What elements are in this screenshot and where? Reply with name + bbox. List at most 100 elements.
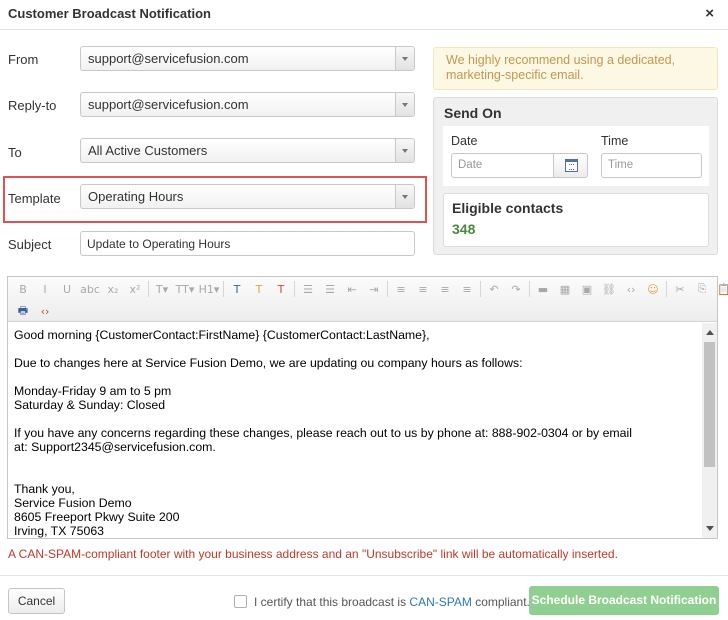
editor-body-line: Due to changes here at Service Fusion De… (14, 356, 523, 370)
toolbar-separator (223, 281, 224, 297)
editor-toolbar-row-2: 🖶 ‹› (12, 301, 56, 321)
date-picker-button[interactable] (553, 153, 588, 178)
editor-body-line: Service Fusion Demo (14, 496, 132, 510)
editor-toolbar-row-1: B I Uabc x₂ x² T▾ TT▾ H1▾ T T T ☰ ☰ ⇤ ⇥ ≡ ≡ ≡ ≡ ↶ ↷ ▬ ▦ ▣ ⛓ ‹› ☺ ✂ ⎘… (12, 279, 728, 299)
italic-icon[interactable]: I (34, 279, 56, 299)
editor-body-line (14, 412, 697, 426)
scroll-down-icon[interactable] (706, 526, 714, 531)
template-select[interactable]: Operating Hours (80, 184, 415, 209)
from-label: From (8, 52, 39, 67)
strikethrough-icon[interactable]: abc (78, 279, 102, 299)
editor-body-line (14, 370, 697, 384)
subscript-icon[interactable]: x₂ (102, 279, 124, 299)
numbered-list-icon[interactable]: ☰ (319, 279, 341, 299)
align-left-icon[interactable]: ≡ (390, 279, 412, 299)
emoticon-icon[interactable]: ☺ (642, 279, 664, 299)
highlight-icon[interactable]: T (248, 279, 270, 299)
font-size-icon[interactable]: TT▾ (173, 279, 197, 299)
send-on-fields: Date Time Date Time (443, 126, 709, 186)
chevron-down-icon[interactable] (395, 47, 414, 70)
editor-body-line (14, 454, 697, 468)
cut-icon[interactable]: ✂ (669, 279, 691, 299)
scroll-thumb[interactable] (704, 342, 715, 467)
editor-body-line (14, 468, 697, 482)
from-select-value: support@servicefusion.com (88, 51, 249, 66)
certify-checkbox[interactable] (234, 595, 247, 608)
editor-body-line (14, 342, 697, 356)
bold-icon[interactable]: B (12, 279, 34, 299)
reply-to-select[interactable]: support@servicefusion.com (80, 92, 415, 117)
toolbar-separator (480, 281, 481, 297)
undo-icon[interactable]: ↶ (483, 279, 505, 299)
template-select-value: Operating Hours (88, 189, 184, 204)
copy-icon[interactable]: ⎘ (691, 279, 713, 299)
calendar-icon (565, 159, 578, 172)
chevron-down-icon[interactable] (395, 139, 414, 162)
can-spam-link[interactable]: CAN-SPAM (409, 595, 471, 609)
image-icon[interactable]: ▣ (576, 279, 598, 299)
table-icon[interactable]: ▦ (554, 279, 576, 299)
outdent-icon[interactable]: ⇤ (341, 279, 363, 299)
editor-body-line: Saturday & Sunday: Closed (14, 398, 166, 412)
align-right-icon[interactable]: ≡ (434, 279, 456, 299)
certify-label: I certify that this broadcast is CAN-SPA… (254, 595, 530, 609)
subject-label: Subject (8, 237, 52, 252)
dialog-footer: Cancel I certify that this broadcast is … (0, 575, 728, 620)
dialog-title: Customer Broadcast Notification (8, 6, 211, 21)
redo-icon[interactable]: ↷ (505, 279, 527, 299)
heading-icon[interactable]: H1▾ (197, 279, 221, 299)
to-select[interactable]: All Active Customers (80, 138, 415, 163)
subject-input[interactable]: Update to Operating Hours (80, 231, 415, 256)
clear-format-icon[interactable]: T (270, 279, 292, 299)
to-label: To (8, 145, 22, 160)
toolbar-separator (529, 281, 530, 297)
editor-body-line: at: Support2345@servicefusion.com. (14, 440, 216, 454)
date-input[interactable]: Date (451, 153, 554, 178)
editor-toolbar: B I Uabc x₂ x² T▾ TT▾ H1▾ T T T ☰ ☰ ⇤ ⇥ ≡ ≡ ≡ ≡ ↶ ↷ ▬ ▦ ▣ ⛓ ‹› ☺ ✂ ⎘… (8, 277, 728, 322)
editor-body-line: If you have any concerns regarding these… (14, 426, 632, 440)
cancel-button[interactable]: Cancel (8, 588, 65, 614)
superscript-icon[interactable]: x² (124, 279, 146, 299)
date-label: Date (451, 134, 478, 148)
align-justify-icon[interactable]: ≡ (456, 279, 478, 299)
indent-icon[interactable]: ⇥ (363, 279, 385, 299)
text-style-icon[interactable]: T (226, 279, 248, 299)
chevron-down-icon[interactable] (395, 93, 414, 116)
sender-recommendation-notice: We highly recommend using a dedicated, m… (433, 47, 718, 90)
editor-scrollbar[interactable] (702, 323, 717, 538)
schedule-broadcast-button[interactable]: Schedule Broadcast Notification (529, 586, 719, 615)
horizontal-rule-icon[interactable]: ▬ (532, 279, 554, 299)
send-on-panel: Send On Date Time Date Time Eligible con… (433, 97, 718, 255)
editor-body-line: Irving, TX 75063 (14, 524, 105, 538)
print-icon[interactable]: 🖶 (12, 301, 34, 321)
toolbar-separator (387, 281, 388, 297)
editor-body[interactable]: Good morning {CustomerContact:FirstName}… (8, 323, 703, 538)
certify-suffix: compliant. (471, 595, 530, 609)
html-source-icon[interactable]: ‹› (34, 301, 56, 321)
can-spam-footer-note: A CAN-SPAM-compliant footer with your bu… (8, 547, 618, 561)
paste-icon[interactable]: 📋 (713, 279, 728, 299)
chevron-down-icon[interactable] (395, 185, 414, 208)
close-icon[interactable]: × (705, 5, 714, 23)
editor-body-line: Thank you, (14, 482, 75, 496)
toolbar-separator (294, 281, 295, 297)
to-select-value: All Active Customers (88, 143, 208, 158)
time-input[interactable]: Time (601, 153, 702, 178)
eligible-contacts-box: Eligible contacts 348 (443, 193, 709, 247)
toolbar-separator (148, 281, 149, 297)
underline-icon[interactable]: U (56, 279, 78, 299)
dialog-titlebar: Customer Broadcast Notification × (0, 0, 728, 30)
editor-body-line: Monday-Friday 9 am to 5 pm (14, 384, 172, 398)
reply-to-label: Reply-to (8, 98, 57, 113)
bullet-list-icon[interactable]: ☰ (297, 279, 319, 299)
align-center-icon[interactable]: ≡ (412, 279, 434, 299)
code-icon[interactable]: ‹› (620, 279, 642, 299)
time-label: Time (601, 134, 629, 148)
eligible-contacts-title: Eligible contacts (452, 200, 564, 216)
link-icon[interactable]: ⛓ (598, 279, 620, 299)
message-editor: B I Uabc x₂ x² T▾ TT▾ H1▾ T T T ☰ ☰ ⇤ ⇥ ≡ ≡ ≡ ≡ ↶ ↷ ▬ ▦ ▣ ⛓ ‹› ☺ ✂ ⎘… (7, 276, 728, 539)
editor-body-line: 8605 Freeport Pkwy Suite 200 (14, 510, 180, 524)
from-select[interactable]: support@servicefusion.com (80, 46, 415, 71)
scroll-up-icon[interactable] (706, 330, 714, 335)
font-family-icon[interactable]: T▾ (151, 279, 173, 299)
